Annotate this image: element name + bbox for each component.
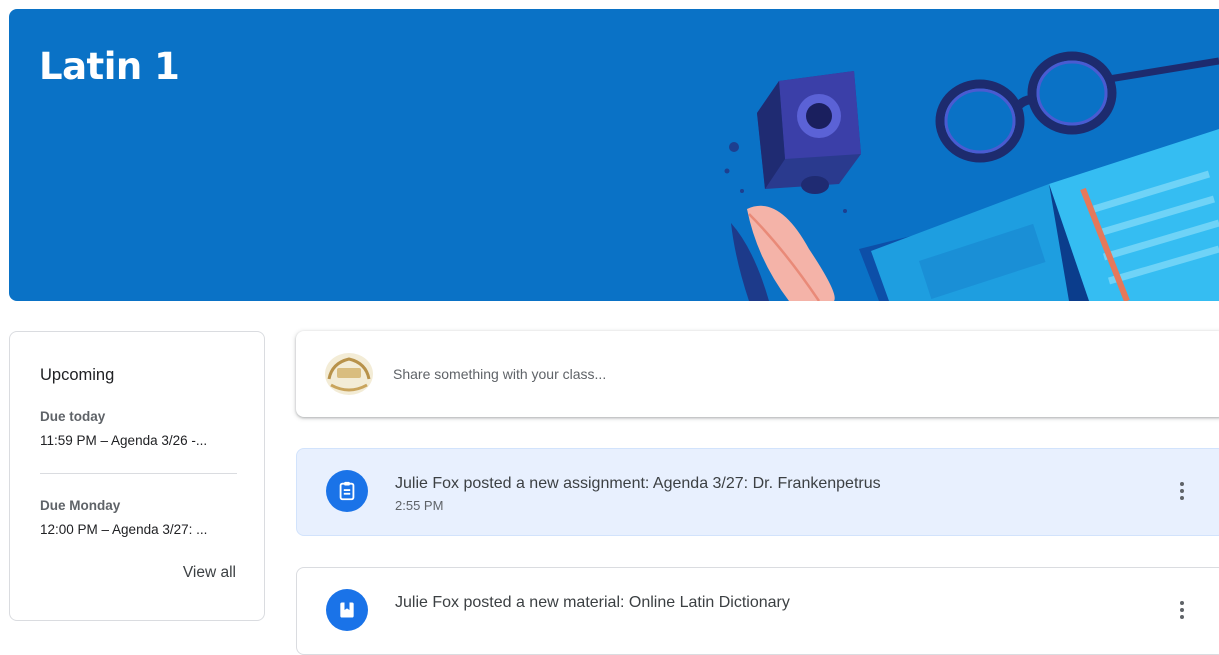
assignment-icon	[326, 470, 368, 512]
upcoming-title: Upcoming	[40, 366, 115, 384]
stream-item-time: 2:55 PM	[395, 498, 444, 513]
due-monday-label: Due Monday	[40, 498, 121, 513]
class-avatar-icon	[325, 353, 373, 395]
upcoming-panel: Upcoming Due today 11:59 PM – Agenda 3/2…	[9, 331, 265, 621]
upcoming-divider	[40, 473, 237, 474]
stream-item-title: Julie Fox posted a new material: Online …	[395, 594, 790, 611]
stream-item-assignment[interactable]: Julie Fox posted a new assignment: Agend…	[296, 448, 1219, 536]
material-icon	[326, 589, 368, 631]
class-banner: Latin 1	[9, 9, 1219, 301]
due-today-item-link[interactable]: 11:59 PM – Agenda 3/26 -...	[40, 433, 207, 448]
stream-item-title: Julie Fox posted a new assignment: Agend…	[395, 475, 881, 492]
due-monday-item-link[interactable]: 12:00 PM – Agenda 3/27: ...	[40, 522, 207, 537]
share-input[interactable]: Share something with your class...	[393, 366, 606, 382]
more-options-icon[interactable]	[1179, 482, 1185, 504]
due-today-label: Due today	[40, 409, 106, 424]
stream-item-material[interactable]: Julie Fox posted a new material: Online …	[296, 567, 1219, 655]
view-all-link[interactable]: View all	[183, 564, 236, 582]
more-options-icon[interactable]	[1179, 601, 1185, 623]
class-title: Latin 1	[39, 45, 180, 88]
banner-illustration-icon	[724, 51, 1219, 301]
share-box[interactable]: Share something with your class...	[296, 331, 1219, 417]
